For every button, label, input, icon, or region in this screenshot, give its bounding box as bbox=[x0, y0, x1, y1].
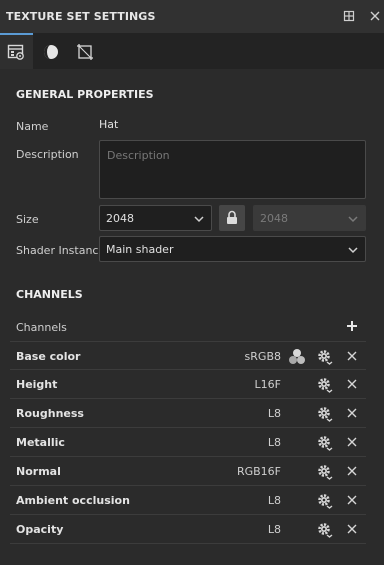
description-field[interactable]: Description bbox=[99, 140, 366, 199]
size-value: 2048 bbox=[106, 212, 134, 225]
panel-titlebar: TEXTURE SET SETTINGS bbox=[0, 0, 384, 33]
color-circles-icon[interactable] bbox=[288, 348, 306, 365]
tab-texture-set-settings[interactable] bbox=[0, 33, 33, 69]
size-select[interactable]: 2048 bbox=[99, 205, 212, 231]
channel-format[interactable]: sRGB8 bbox=[245, 350, 281, 363]
channel-row[interactable]: Ambient occlusion L8 bbox=[10, 486, 366, 515]
channel-name: Roughness bbox=[16, 407, 84, 420]
channel-name: Metallic bbox=[16, 436, 65, 449]
add-channel-button[interactable] bbox=[345, 319, 359, 333]
panel-title: TEXTURE SET SETTINGS bbox=[6, 10, 156, 23]
channels-list-label: Channels bbox=[16, 321, 67, 334]
channel-row[interactable]: Metallic L8 bbox=[10, 428, 366, 457]
description-placeholder: Description bbox=[107, 149, 170, 162]
channel-row[interactable]: Height L16F bbox=[10, 370, 366, 399]
chevron-down-icon bbox=[348, 216, 358, 223]
close-icon[interactable] bbox=[368, 9, 382, 23]
chevron-down-icon bbox=[348, 247, 358, 254]
close-icon[interactable] bbox=[346, 436, 358, 448]
channel-row[interactable]: Normal RGB16F bbox=[10, 457, 366, 486]
shader-sphere-icon bbox=[44, 45, 58, 59]
channel-format[interactable]: L8 bbox=[268, 436, 281, 449]
chevron-down-icon bbox=[194, 216, 204, 223]
channel-list: Base color sRGB8 Height L16F Roughness L… bbox=[10, 341, 366, 544]
tab-bar bbox=[0, 33, 384, 69]
general-properties-heading: GENERAL PROPERTIES bbox=[16, 88, 154, 101]
channel-name: Normal bbox=[16, 465, 61, 478]
uv-frame-icon bbox=[77, 44, 93, 60]
channel-format[interactable]: L16F bbox=[255, 378, 281, 391]
close-icon[interactable] bbox=[346, 378, 358, 390]
channel-format[interactable]: L8 bbox=[268, 494, 281, 507]
close-icon[interactable] bbox=[346, 407, 358, 419]
close-icon[interactable] bbox=[346, 494, 358, 506]
plus-icon bbox=[347, 321, 357, 331]
channel-format[interactable]: RGB16F bbox=[237, 465, 281, 478]
gear-icon[interactable] bbox=[316, 492, 333, 509]
shader-instance-label: Shader Instance bbox=[16, 244, 106, 257]
name-value: Hat bbox=[99, 118, 119, 131]
channel-name: Ambient occlusion bbox=[16, 494, 130, 507]
name-label: Name bbox=[16, 120, 49, 133]
channel-name: Opacity bbox=[16, 523, 64, 536]
channels-heading: CHANNELS bbox=[16, 288, 83, 301]
channel-row[interactable]: Base color sRGB8 bbox=[10, 341, 366, 370]
channel-name: Base color bbox=[16, 350, 81, 363]
shader-instance-select[interactable]: Main shader bbox=[99, 236, 366, 262]
gear-icon[interactable] bbox=[316, 376, 333, 393]
tab-uv[interactable] bbox=[68, 33, 101, 69]
size-label: Size bbox=[16, 213, 39, 226]
channel-row[interactable]: Roughness L8 bbox=[10, 399, 366, 428]
description-label: Description bbox=[16, 148, 79, 161]
lock-icon bbox=[227, 210, 237, 224]
channel-format[interactable]: L8 bbox=[268, 523, 281, 536]
channel-row[interactable]: Opacity L8 bbox=[10, 515, 366, 544]
shader-instance-value: Main shader bbox=[106, 243, 174, 256]
gear-icon[interactable] bbox=[316, 434, 333, 451]
texture-set-settings-icon bbox=[7, 44, 24, 60]
tab-shader[interactable] bbox=[34, 33, 67, 69]
close-icon[interactable] bbox=[346, 523, 358, 535]
gear-icon[interactable] bbox=[316, 463, 333, 480]
size-linked-value: 2048 bbox=[260, 212, 288, 225]
close-icon[interactable] bbox=[346, 465, 358, 477]
channel-format[interactable]: L8 bbox=[268, 407, 281, 420]
gear-icon[interactable] bbox=[316, 521, 333, 538]
gear-icon[interactable] bbox=[316, 348, 333, 365]
maximize-icon[interactable] bbox=[342, 9, 356, 23]
gear-icon[interactable] bbox=[316, 405, 333, 422]
close-icon[interactable] bbox=[346, 350, 358, 362]
size-linked-select: 2048 bbox=[253, 205, 366, 231]
channel-name: Height bbox=[16, 378, 58, 391]
lock-size-button[interactable] bbox=[219, 205, 245, 231]
